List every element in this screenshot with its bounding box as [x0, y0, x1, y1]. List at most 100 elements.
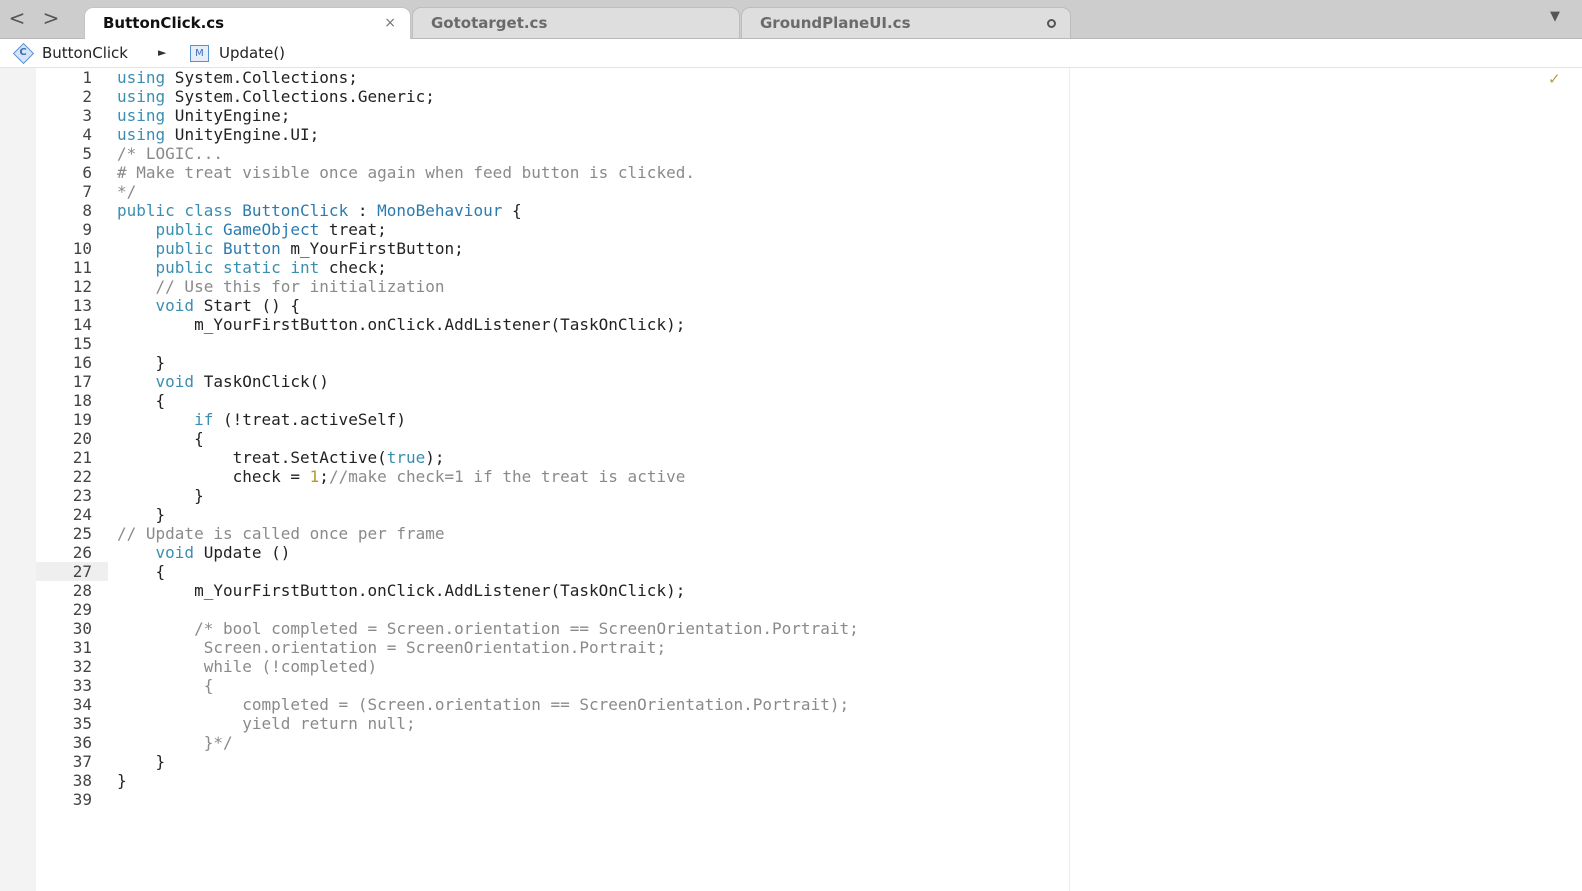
line-code: m_YourFirstButton.onClick.AddListener(Ta…	[117, 581, 685, 600]
code-token: }*/	[117, 733, 233, 752]
code-token: Screen.orientation = ScreenOrientation.P…	[117, 638, 667, 657]
line-number: 6	[82, 163, 92, 182]
line-code: /* LOGIC...	[117, 144, 223, 163]
code-token: MonoBehaviour	[377, 201, 503, 220]
line-code: m_YourFirstButton.onClick.AddListener(Ta…	[117, 315, 685, 334]
line-number: 1	[82, 68, 92, 87]
code-token: {	[502, 201, 522, 220]
line-number: 37	[72, 752, 92, 771]
line-code: using System.Collections;	[117, 68, 358, 87]
code-token: //make check=1 if the treat is active	[328, 467, 686, 486]
line-number: 34	[72, 695, 92, 714]
line-code: # Make treat visible once again when fee…	[117, 163, 695, 182]
code-token: if	[194, 410, 214, 429]
line-code: }	[117, 353, 166, 372]
code-token: using	[117, 125, 166, 144]
line-code: }	[117, 505, 166, 524]
line-code: using UnityEngine;	[117, 106, 290, 125]
line-code: while (!completed)	[117, 657, 377, 676]
line-code: {	[117, 391, 166, 410]
line-code: void TaskOnClick()	[117, 372, 329, 391]
line-number: 22	[72, 467, 92, 486]
code-token: while (!completed)	[117, 657, 378, 676]
code-token: public	[155, 239, 223, 258]
line-number: 21	[72, 448, 92, 467]
code-token: public static int	[155, 258, 320, 277]
back-arrow-icon[interactable]: <	[6, 6, 28, 30]
tab-label: ButtonClick.cs	[103, 14, 225, 32]
breadcrumb-method[interactable]: M Update()	[190, 39, 285, 67]
right-margin-ruler	[1069, 68, 1070, 891]
code-token: /* LOGIC...	[117, 144, 223, 163]
code-token: :	[348, 201, 378, 220]
line-number: 9	[82, 220, 92, 239]
line-number: 25	[72, 524, 92, 543]
code-editor[interactable]: ✓ 1 using System.Collections; 2 using Syste…	[0, 68, 1582, 891]
line-number: 3	[82, 106, 92, 125]
line-number: 24	[72, 505, 92, 524]
line-code: void Start () {	[117, 296, 301, 315]
line-code: void Update ()	[117, 543, 291, 562]
code-token: /* bool completed = Screen.orientation =…	[194, 619, 859, 638]
line-number: 7	[82, 182, 92, 201]
forward-arrow-icon[interactable]: >	[40, 6, 62, 30]
line-code: }*/	[117, 733, 233, 752]
line-code: }	[117, 486, 204, 505]
code-token: UnityEngine;	[165, 106, 291, 125]
code-token: check =	[117, 467, 310, 486]
line-number: 35	[72, 714, 92, 733]
breadcrumb-class-name: ButtonClick	[42, 44, 128, 62]
code-token: void	[155, 296, 195, 315]
line-number: 19	[72, 410, 92, 429]
line-code: yield return null;	[117, 714, 415, 733]
line-number: 32	[72, 657, 92, 676]
line-number: 27	[72, 562, 92, 581]
tab-label: GroundPlaneUI.cs	[760, 14, 911, 32]
code-token: */	[117, 182, 137, 201]
line-code: public class ButtonClick : MonoBehaviour…	[117, 201, 522, 220]
line-code: public Button m_YourFirstButton;	[117, 239, 464, 258]
code-token: treat;	[319, 220, 387, 239]
code-token: void	[155, 372, 195, 391]
code-token: TaskOnClick()	[194, 372, 329, 391]
line-code: }	[117, 771, 127, 790]
code-token: }	[117, 353, 166, 372]
line-number: 28	[72, 581, 92, 600]
line-number: 8	[82, 201, 92, 220]
code-token: {	[117, 429, 204, 448]
line-code: /* bool completed = Screen.orientation =…	[117, 619, 859, 638]
code-token: 1	[309, 467, 320, 486]
code-token: GameObject	[222, 220, 320, 239]
line-number: 11	[72, 258, 92, 277]
editor-gutter[interactable]	[0, 68, 36, 891]
code-token: m_YourFirstButton.onClick.AddListener(Ta…	[117, 581, 686, 600]
line-number: 18	[72, 391, 92, 410]
line-code: {	[117, 676, 214, 695]
close-icon[interactable]: ×	[384, 8, 396, 39]
code-token: public	[155, 220, 223, 239]
code-token: m_YourFirstButton.onClick.AddListener(Ta…	[117, 315, 686, 334]
code-token: ButtonClick	[242, 201, 349, 220]
code-token: System.Collections.Generic;	[165, 87, 435, 106]
code-token: {	[117, 391, 166, 410]
line-number: 39	[72, 790, 92, 809]
tab-buttonclick[interactable]: ButtonClick.cs ×	[84, 7, 411, 39]
tabs-dropdown-icon[interactable]: ▼	[1550, 9, 1560, 24]
line-code: */	[117, 182, 136, 201]
modified-dot-icon[interactable]	[1047, 19, 1056, 28]
tab-label: Gototarget.cs	[431, 14, 548, 32]
code-token: using	[117, 87, 166, 106]
line-code: public static int check;	[117, 258, 387, 277]
breadcrumb-class[interactable]: C ButtonClick	[14, 39, 128, 67]
code-token: check;	[319, 258, 387, 277]
check-icon: ✓	[1548, 70, 1561, 88]
tab-groundplaneui[interactable]: GroundPlaneUI.cs	[741, 7, 1071, 38]
code-token: }	[117, 752, 166, 771]
tab-gototarget[interactable]: Gototarget.cs	[412, 7, 740, 38]
code-token: using	[117, 106, 166, 125]
line-code: {	[117, 429, 204, 448]
code-token: // Use this for initialization	[155, 277, 445, 296]
